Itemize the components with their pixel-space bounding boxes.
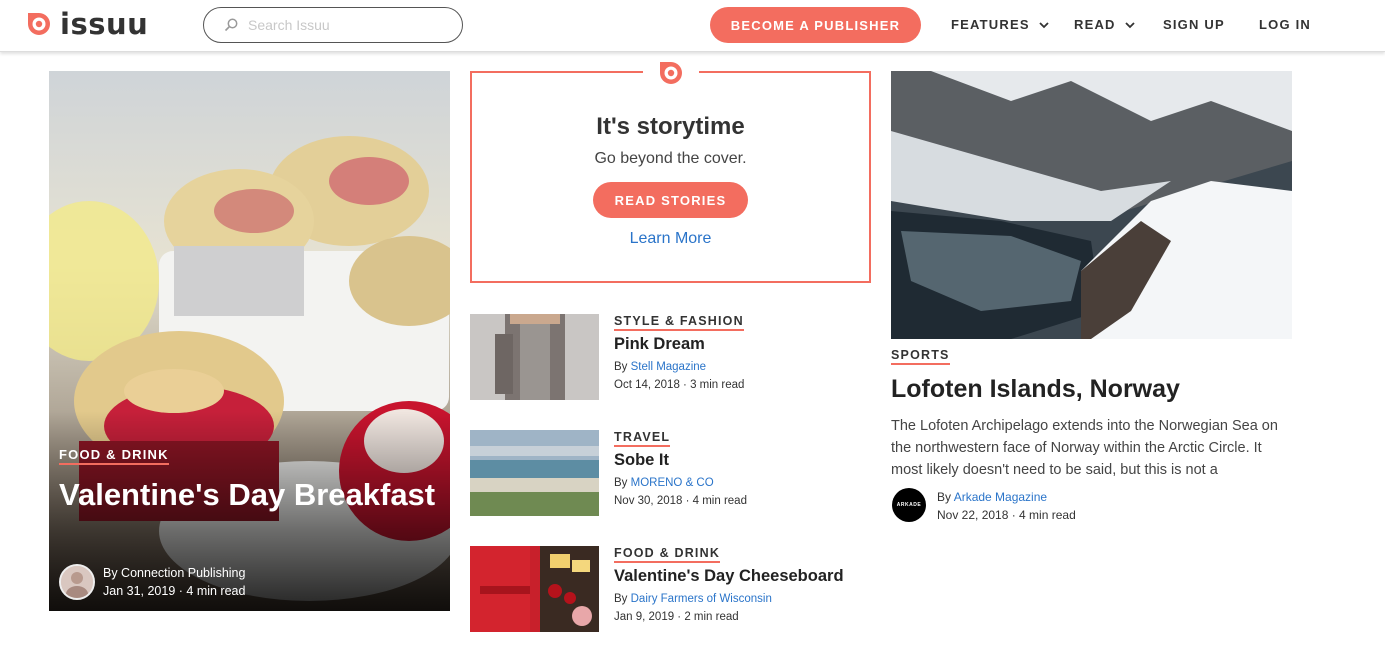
storytime-subtitle: Go beyond the cover. <box>594 150 747 167</box>
storytime-promo: It's storytime Go beyond the cover. READ… <box>470 57 871 283</box>
read-stories-button[interactable]: READ STORIES <box>593 182 748 218</box>
nav-features-label: FEATURES <box>951 17 1030 32</box>
publisher-avatar[interactable]: ARKADE <box>892 488 926 522</box>
side-byline: By Arkade Magazine <box>937 490 1047 504</box>
chevron-down-icon <box>1125 21 1135 28</box>
list-item[interactable]: FOOD & DRINK Valentine's Day Cheeseboard… <box>470 546 871 632</box>
search-input[interactable] <box>248 17 438 33</box>
issuu-logo-icon <box>660 62 682 84</box>
search-icon <box>224 18 238 32</box>
chevron-down-icon <box>1039 21 1049 28</box>
article-title[interactable]: Valentine's Day Cheeseboard <box>614 567 844 586</box>
storytime-title: It's storytime <box>596 113 745 140</box>
article-category[interactable]: STYLE & FASHION <box>614 314 744 331</box>
publisher-avatar-image <box>61 566 93 598</box>
issuu-logo-icon <box>28 13 50 35</box>
publisher-link[interactable]: Stell Magazine <box>631 361 706 373</box>
article-thumbnail[interactable] <box>470 546 599 632</box>
side-story-image[interactable] <box>891 71 1292 339</box>
side-title[interactable]: Lofoten Islands, Norway <box>891 375 1180 404</box>
fashion-image <box>470 314 599 400</box>
learn-more-link[interactable]: Learn More <box>472 230 869 248</box>
side-date: Nov 22, 2018 · 4 min read <box>937 508 1076 522</box>
nav-read[interactable]: READ <box>1074 17 1136 32</box>
top-navbar: issuu BECOME A PUBLISHER FEATURES READ S… <box>0 0 1385 52</box>
article-category[interactable]: TRAVEL <box>614 430 671 447</box>
nav-read-label: READ <box>1074 17 1116 32</box>
logo-wordmark: issuu <box>60 7 149 41</box>
publisher-link[interactable]: Dairy Farmers of Wisconsin <box>631 593 772 605</box>
feature-date: Jan 31, 2019 · 4 min read <box>103 584 246 598</box>
featured-story-card[interactable]: FOOD & DRINK Valentine's Day Breakfast B… <box>49 71 450 611</box>
publisher-link[interactable]: Arkade Magazine <box>954 490 1047 504</box>
article-title[interactable]: Sobe It <box>614 451 669 470</box>
beach-image <box>470 430 599 516</box>
side-story-card[interactable]: SPORTS Lofoten Islands, Norway The Lofot… <box>891 71 1292 551</box>
article-date: Jan 9, 2019 · 2 min read <box>614 611 739 623</box>
article-category[interactable]: FOOD & DRINK <box>614 546 721 563</box>
article-date: Oct 14, 2018 · 3 min read <box>614 379 745 391</box>
nav-features[interactable]: FEATURES <box>951 17 1050 32</box>
publisher-link[interactable]: MORENO & CO <box>631 477 714 489</box>
cheeseboard-image <box>470 546 599 632</box>
feature-category[interactable]: FOOD & DRINK <box>59 447 169 465</box>
mountain-fjord-image <box>891 71 1292 339</box>
nav-signup[interactable]: SIGN UP <box>1163 17 1225 32</box>
article-thumbnail[interactable] <box>470 314 599 400</box>
byline-prefix: By <box>937 490 954 504</box>
list-item[interactable]: TRAVEL Sobe It By MORENO & CO Nov 30, 20… <box>470 430 871 516</box>
side-description: The Lofoten Archipelago extends into the… <box>891 418 1278 478</box>
byline-prefix: By <box>614 361 631 373</box>
article-byline: By Dairy Farmers of Wisconsin <box>614 593 772 605</box>
article-date: Nov 30, 2018 · 4 min read <box>614 495 747 507</box>
article-byline: By MORENO & CO <box>614 477 714 489</box>
side-category[interactable]: SPORTS <box>891 348 950 365</box>
issuu-emblem <box>643 57 699 89</box>
byline-prefix: By <box>614 477 631 489</box>
publisher-avatar <box>59 564 95 600</box>
byline-prefix: By <box>614 593 631 605</box>
article-byline: By Stell Magazine <box>614 361 706 373</box>
issuu-logo[interactable]: issuu <box>24 9 148 39</box>
become-publisher-button[interactable]: BECOME A PUBLISHER <box>710 7 921 43</box>
feature-title[interactable]: Valentine's Day Breakfast <box>59 475 439 515</box>
article-thumbnail[interactable] <box>470 430 599 516</box>
search-box[interactable] <box>203 7 463 43</box>
feature-publisher[interactable]: By Connection Publishing <box>103 566 245 580</box>
article-title[interactable]: Pink Dream <box>614 335 705 354</box>
nav-login[interactable]: LOG IN <box>1259 17 1311 32</box>
list-item[interactable]: STYLE & FASHION Pink Dream By Stell Maga… <box>470 314 871 400</box>
